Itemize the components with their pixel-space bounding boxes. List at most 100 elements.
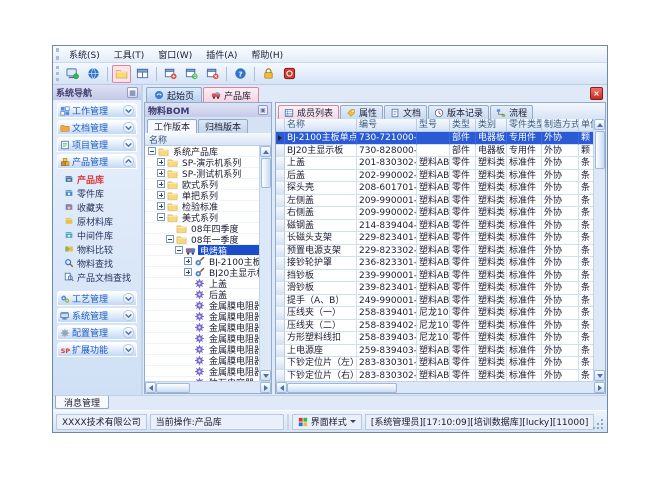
- tab-产品库[interactable]: 产品库: [203, 87, 259, 102]
- bom-tree-vertical-scrollbar[interactable]: [259, 146, 271, 381]
- tab-流程[interactable]: 流程: [490, 105, 533, 119]
- table-row[interactable]: 上电源座259-839403-00X塑料ABS零件塑料类标准件外协条: [276, 345, 593, 358]
- expand-icon[interactable]: [157, 169, 165, 177]
- sidebar-item-收藏夹[interactable]: 收藏夹: [64, 200, 137, 214]
- table-row[interactable]: 挡钞板239-990001-01X塑料ABS零件塑料类标准件外协条: [276, 270, 593, 283]
- expand-icon[interactable]: [184, 268, 192, 276]
- window-new-button[interactable]: [161, 65, 180, 83]
- column-header-型号[interactable]: 型号: [417, 119, 450, 132]
- scrollbar-thumb[interactable]: [595, 131, 605, 169]
- scroll-right-icon[interactable]: [594, 382, 605, 393]
- column-header-编号[interactable]: 编号: [357, 119, 417, 132]
- column-header-名称[interactable]: 名称: [285, 119, 357, 132]
- tab-工作版本[interactable]: 工作版本: [147, 119, 197, 133]
- chevron-down-icon[interactable]: [123, 310, 134, 321]
- chevron-down-icon[interactable]: [123, 293, 134, 304]
- table-row[interactable]: BJ20主显示板730-828000-04X部件电器板专用件外协颗: [276, 145, 593, 158]
- menu-item-w[interactable]: 窗口(W): [151, 47, 199, 62]
- bom-tree-horizontal-scrollbar[interactable]: [145, 381, 271, 393]
- tree-node-电烤箱[interactable]: 电烤箱: [145, 245, 259, 256]
- window-close-button[interactable]: [203, 65, 222, 83]
- chevron-up-icon[interactable]: [123, 156, 134, 167]
- menu-item-a[interactable]: 插件(A): [199, 47, 244, 62]
- exit-button[interactable]: [280, 65, 299, 83]
- tree-node-美式系列[interactable]: 美式系列: [145, 212, 259, 223]
- expand-icon[interactable]: [157, 180, 165, 188]
- menu-item-h[interactable]: 帮助(H): [244, 47, 290, 62]
- scroll-left-icon[interactable]: [145, 382, 156, 393]
- table-row[interactable]: 压线夹（一）258-839401-00X尼龙1010零件塑料类标准件外协条: [276, 307, 593, 320]
- tree-node-SP-演示机系列[interactable]: SP-演示机系列: [145, 157, 259, 168]
- chevron-down-icon[interactable]: [123, 122, 134, 133]
- table-row[interactable]: 上盖201-830302-00X塑料ABS零件塑料类标准件外协条: [276, 157, 593, 170]
- table-row[interactable]: 下钞定位片（左）283-830301-00X塑料ABS零件塑料类标准件外协条: [276, 357, 593, 370]
- scroll-left-icon[interactable]: [276, 382, 287, 393]
- ui-style-button[interactable]: 界面样式: [292, 414, 362, 430]
- column-header-零件类型[interactable]: 零件类型: [507, 119, 542, 132]
- tree-node-金属膜电阻器[interactable]: 金属膜电阻器: [145, 300, 259, 311]
- tree-node-08年一季度[interactable]: 08年一季度: [145, 234, 259, 245]
- expand-icon[interactable]: [157, 191, 165, 199]
- tab-归档版本[interactable]: 归档版本: [198, 119, 248, 133]
- tree-node-上盖[interactable]: 上盖: [145, 278, 259, 289]
- scrollbar-thumb[interactable]: [156, 383, 190, 393]
- globe-button[interactable]: [84, 65, 103, 83]
- column-header-制造方式[interactable]: 制造方式: [542, 119, 579, 132]
- table-row[interactable]: 磁钢盖214-839404-01X塑料ABS零件塑料类标准件外协条: [276, 220, 593, 233]
- table-row[interactable]: 接钞轮护罩236-823301-00X塑料ABS零件塑料类标准件外协条: [276, 257, 593, 270]
- tree-node-金属膜电阻器[interactable]: 金属膜电阻器: [145, 322, 259, 333]
- collapse-icon[interactable]: [157, 213, 165, 221]
- chevron-down-icon[interactable]: [123, 105, 134, 116]
- scroll-down-icon[interactable]: [594, 370, 605, 381]
- sidebar-item-中间件库[interactable]: 中间件库: [64, 228, 137, 242]
- tab-message-management[interactable]: 消息管理: [55, 396, 109, 409]
- collapse-icon[interactable]: [175, 246, 183, 254]
- table-row[interactable]: 探头壳208-601701-01X塑料ABS零件塑料类标准件外协条: [276, 182, 593, 195]
- tree-node-金属膜电阻器[interactable]: 金属膜电阻器: [145, 355, 259, 366]
- tree-node-金属膜电阻器[interactable]: 金属膜电阻器: [145, 344, 259, 355]
- scrollbar-thumb[interactable]: [261, 158, 271, 188]
- expand-icon[interactable]: [157, 158, 165, 166]
- expand-icon[interactable]: [157, 202, 165, 210]
- tree-node-后盖[interactable]: 后盖: [145, 289, 259, 300]
- tab-版本记录[interactable]: 版本记录: [428, 105, 489, 119]
- table-row[interactable]: 左侧盖209-990001-01X塑料ABS零件塑料类标准件外协条: [276, 195, 593, 208]
- tree-node-系统产品库[interactable]: 系统产品库: [145, 146, 259, 157]
- table-row[interactable]: 下钞定位片（右）283-830302-00X塑料ABS零件塑料类标准件外协条: [276, 370, 593, 382]
- table-row[interactable]: 提手（A、B）249-990001-01X塑料ABS零件塑料类标准件外协条: [276, 295, 593, 308]
- sidebar-menu-button[interactable]: ▦: [127, 87, 138, 98]
- sidebar-item-零件库[interactable]: 零件库: [64, 186, 137, 200]
- sidebar-group-工艺管理[interactable]: 工艺管理: [57, 291, 137, 306]
- tree-node-BJ-2100主板单点[interactable]: BJ-2100主板单点: [145, 256, 259, 267]
- sidebar-group-产品管理[interactable]: 产品管理: [57, 154, 137, 169]
- collapse-icon[interactable]: [166, 235, 174, 243]
- tree-node-金属膜电阻器[interactable]: 金属膜电阻器: [145, 333, 259, 344]
- menu-item-t[interactable]: 工具(T): [107, 47, 152, 62]
- tree-node-金属膜电阻器[interactable]: 金属膜电阻器: [145, 366, 259, 377]
- tab-属性[interactable]: 属性: [340, 105, 383, 119]
- workspace-button[interactable]: [63, 65, 82, 83]
- column-header-单位[interactable]: 单位: [579, 119, 593, 132]
- table-row[interactable]: BJ-2100主板单点730-721000-12X部件电器板专用件外协颗: [276, 132, 593, 145]
- close-tab-button[interactable]: ×: [590, 87, 603, 100]
- window-refresh-button[interactable]: [182, 65, 201, 83]
- collapse-icon[interactable]: [148, 147, 156, 155]
- scrollbar-thumb[interactable]: [287, 383, 397, 393]
- scroll-down-icon[interactable]: [260, 370, 271, 381]
- tree-node-BJ20主显示板[interactable]: BJ20主显示板: [145, 267, 259, 278]
- scroll-right-icon[interactable]: [260, 382, 271, 393]
- folder-button[interactable]: [112, 65, 131, 83]
- tree-node-欧式系列[interactable]: 欧式系列: [145, 179, 259, 190]
- expand-icon[interactable]: [184, 257, 192, 265]
- sidebar-group-扩展功能[interactable]: SP扩展功能: [57, 342, 137, 357]
- scroll-up-icon[interactable]: [260, 146, 271, 157]
- chevron-down-icon[interactable]: [123, 327, 134, 338]
- column-header-类别[interactable]: 类别: [476, 119, 507, 132]
- sidebar-item-原材料库[interactable]: 原材料库: [64, 214, 137, 228]
- menu-item-s[interactable]: 系统(S): [62, 47, 107, 62]
- resize-grip[interactable]: [597, 414, 604, 430]
- table-row[interactable]: 方形塑料线扣258-839403-00X尼龙1010零件塑料类标准件外协条: [276, 332, 593, 345]
- tree-node-单把系列[interactable]: 单把系列: [145, 190, 259, 201]
- tab-文档[interactable]: 文档: [384, 105, 427, 119]
- table-row[interactable]: 压线夹（二）258-839402-00X尼龙1010零件塑料类标准件外协条: [276, 320, 593, 333]
